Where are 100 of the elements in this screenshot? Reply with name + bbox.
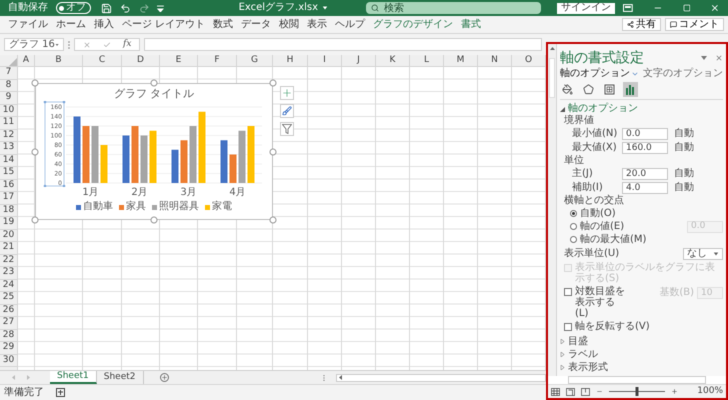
ribbon-tab[interactable]: 書式 <box>457 20 486 30</box>
column-header[interactable]: N <box>491 56 498 65</box>
close-icon[interactable] <box>710 3 720 13</box>
close-icon[interactable] <box>715 54 723 62</box>
ribbon-display-icon[interactable] <box>623 4 633 12</box>
auto-label[interactable]: 自動 <box>674 143 694 153</box>
column-header[interactable]: O <box>524 56 532 65</box>
paint-bucket-icon[interactable] <box>560 82 575 97</box>
number-field[interactable]: 20.0 <box>622 168 668 180</box>
ribbon-tab[interactable]: ページ レイアウト <box>118 20 210 30</box>
save-icon[interactable] <box>101 2 112 14</box>
radio-button[interactable] <box>570 210 577 217</box>
normal-view-icon[interactable] <box>551 388 560 396</box>
panel-tab[interactable]: 軸のオプション <box>560 69 639 79</box>
column-header[interactable]: A <box>22 56 30 65</box>
row-header[interactable]: 29 <box>2 343 14 352</box>
comment-button[interactable]: コメント <box>665 18 724 31</box>
zoom-level[interactable]: 100% <box>697 387 723 396</box>
row-header[interactable]: 30 <box>2 356 14 365</box>
row-header[interactable]: 11 <box>2 118 14 128</box>
column-header[interactable]: K <box>390 56 396 65</box>
radio-button[interactable] <box>570 236 577 243</box>
row-header[interactable]: 7 <box>6 68 12 78</box>
autosave-toggle[interactable]: オフ <box>56 2 91 14</box>
panel-horizontal-scrollbar[interactable] <box>568 376 706 384</box>
row-header[interactable]: 13 <box>2 143 14 152</box>
number-field[interactable]: 0.0 <box>622 128 668 140</box>
scrollbar-thumb[interactable] <box>549 58 555 98</box>
row-header[interactable]: 25 <box>2 293 14 302</box>
axis-selection-frame[interactable] <box>44 101 66 187</box>
panel-tab[interactable]: 文字のオプション <box>643 69 723 79</box>
column-header[interactable]: C <box>98 56 106 65</box>
section-header[interactable]: 軸のオプション <box>568 103 638 115</box>
bar-chart-icon[interactable] <box>623 82 638 97</box>
pentagon-icon[interactable] <box>581 82 596 97</box>
row-header[interactable]: 26 <box>2 306 14 315</box>
ribbon-tab[interactable]: 校閲 <box>275 20 304 30</box>
row-header[interactable]: 14 <box>2 156 14 165</box>
row-header[interactable]: 10 <box>2 106 14 115</box>
row-header[interactable]: 19 <box>2 218 14 228</box>
ribbon-tab[interactable]: ヘルプ <box>331 20 370 30</box>
ribbon-tab[interactable]: 数式 <box>209 20 238 30</box>
insert-function-button[interactable]: fx <box>123 38 132 52</box>
row-header[interactable]: 24 <box>2 280 14 290</box>
column-header[interactable]: E <box>176 56 182 65</box>
number-field[interactable]: 160.0 <box>622 142 668 154</box>
row-header[interactable]: 8 <box>6 80 12 90</box>
row-header[interactable]: 15 <box>2 168 14 178</box>
cancel-icon[interactable] <box>83 40 91 48</box>
horizontal-scrollbar[interactable] <box>336 374 546 382</box>
column-header[interactable]: D <box>137 56 144 65</box>
column-header[interactable]: B <box>55 56 62 65</box>
column-header[interactable]: M <box>456 56 464 65</box>
section-header[interactable]: ラベル <box>568 350 598 360</box>
ribbon-tab[interactable]: データ <box>237 20 276 30</box>
page-break-icon[interactable] <box>581 388 590 396</box>
number-field[interactable]: 4.0 <box>622 182 668 194</box>
row-header[interactable]: 17 <box>2 193 14 202</box>
auto-label[interactable]: 自動 <box>674 183 694 193</box>
ribbon-tab[interactable]: グラフのデザイン <box>369 20 458 30</box>
ribbon-tab[interactable]: ホーム <box>52 20 90 30</box>
vertical-scrollbar[interactable] <box>548 44 557 376</box>
row-header[interactable]: 16 <box>2 180 14 190</box>
page-layout-icon[interactable] <box>566 388 575 396</box>
column-header[interactable]: I <box>323 56 326 65</box>
new-sheet-button[interactable] <box>160 373 168 382</box>
scroll-up-icon[interactable] <box>550 47 554 50</box>
column-header[interactable]: L <box>424 56 429 65</box>
customize-icon[interactable] <box>157 4 164 12</box>
column-header[interactable]: G <box>251 56 258 65</box>
share-button[interactable]: 共有 <box>622 18 661 31</box>
ribbon-tab[interactable]: ファイル <box>4 20 52 30</box>
name-box[interactable]: グラフ 16 <box>4 38 64 51</box>
file-title[interactable]: Excelグラフ.xlsx <box>238 3 328 13</box>
chart-elements-button[interactable] <box>280 86 294 100</box>
scroll-left-icon[interactable] <box>339 375 342 380</box>
row-header[interactable]: 22 <box>2 256 14 265</box>
section-header[interactable]: 目盛 <box>568 336 588 346</box>
signin-button[interactable]: サインイン <box>557 2 616 14</box>
row-header[interactable]: 20 <box>2 230 14 240</box>
row-header[interactable]: 23 <box>2 268 14 278</box>
chart-styles-button[interactable] <box>280 104 294 118</box>
checkbox[interactable] <box>564 288 572 296</box>
column-header[interactable]: F <box>214 56 220 65</box>
formula-input[interactable] <box>144 38 542 51</box>
expand-icon[interactable] <box>560 106 565 112</box>
undo-icon[interactable] <box>120 2 131 14</box>
display-units-dropdown[interactable]: なし <box>683 248 723 260</box>
chart-filters-button[interactable] <box>280 122 294 136</box>
zoom-in-icon[interactable] <box>671 388 678 395</box>
auto-label[interactable]: 自動 <box>674 129 694 139</box>
checkbox[interactable] <box>564 323 572 331</box>
auto-label[interactable]: 自動 <box>674 169 694 179</box>
column-header[interactable]: J <box>357 56 360 65</box>
row-header[interactable]: 28 <box>2 330 14 340</box>
enter-icon[interactable] <box>103 40 111 48</box>
row-header[interactable]: 12 <box>2 130 14 140</box>
row-header[interactable]: 18 <box>2 206 14 215</box>
ribbon-tab[interactable]: 表示 <box>303 20 332 30</box>
sheet-tab[interactable]: Sheet1 <box>50 371 97 384</box>
